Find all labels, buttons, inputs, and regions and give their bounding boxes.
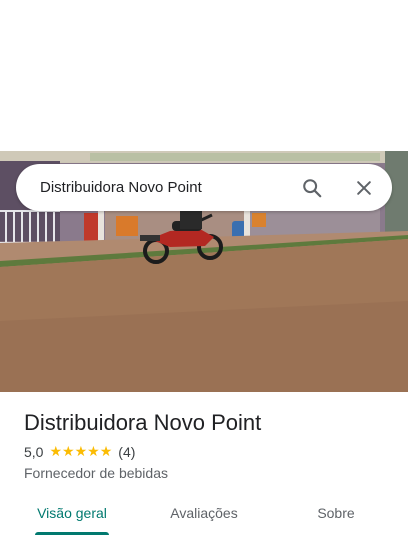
rating-row[interactable]: 5,0 ★ ★ ★ ★ ★ (4)	[24, 444, 135, 460]
star-icon: ★	[74, 444, 88, 460]
star-rating: ★ ★ ★ ★ ★	[49, 445, 112, 459]
tab-overview[interactable]: Visão geral	[24, 496, 120, 536]
rating-value: 5,0	[24, 444, 44, 460]
close-button[interactable]	[344, 168, 384, 208]
star-icon: ★	[99, 444, 113, 460]
star-icon: ★	[62, 444, 75, 460]
search-bar[interactable]: Distribuidora Novo Point	[16, 164, 392, 211]
search-button[interactable]	[292, 168, 332, 208]
place-title: Distribuidora Novo Point	[24, 410, 262, 435]
tab-reviews[interactable]: Avaliações	[156, 496, 252, 536]
place-tabs: Visão geral Avaliações Sobre	[0, 496, 408, 536]
close-icon	[357, 180, 371, 195]
place-category[interactable]: Fornecedor de bebidas	[24, 465, 168, 481]
star-icon: ★	[87, 444, 100, 460]
review-count[interactable]: (4)	[118, 444, 135, 460]
tab-about[interactable]: Sobre	[288, 496, 384, 536]
active-tab-indicator	[35, 532, 109, 535]
search-icon	[303, 178, 322, 197]
search-input[interactable]: Distribuidora Novo Point	[40, 179, 292, 196]
place-sheet: Distribuidora Novo Point Distribuidora N…	[0, 0, 408, 544]
star-icon: ★	[49, 444, 63, 460]
